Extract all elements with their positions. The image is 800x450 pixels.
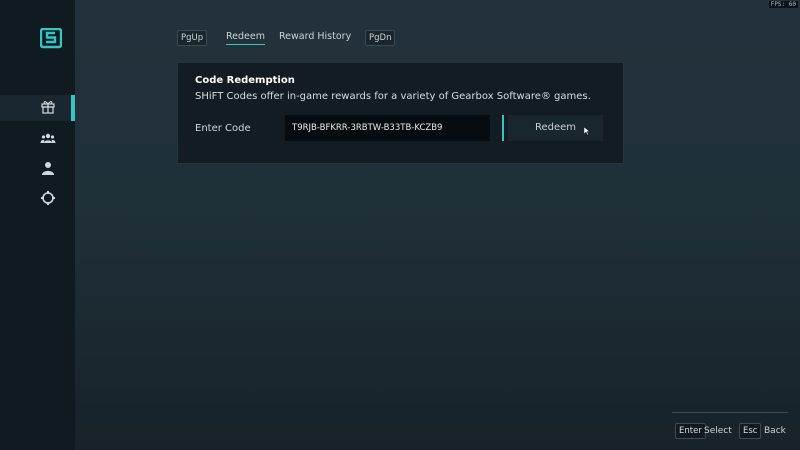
sidebar-item-profile[interactable] (0, 157, 75, 183)
settings-icon (20, 190, 56, 210)
shift-code-input[interactable] (285, 115, 490, 141)
mouse-cursor-icon (584, 127, 590, 135)
enter-key-hint: Enter (675, 423, 706, 439)
back-hint-label: Back (764, 426, 786, 436)
gift-icon (20, 98, 56, 118)
panel-title: Code Redemption (195, 75, 295, 86)
fps-counter: FPS: 60 (768, 1, 798, 8)
pgup-key[interactable]: PgUp (177, 30, 208, 46)
tab-redeem[interactable]: Redeem (226, 30, 265, 45)
sidebar-item-rewards[interactable] (0, 95, 75, 121)
controller-hints: Enter Select Esc Back (672, 412, 788, 439)
select-hint-label: Select (704, 426, 732, 436)
shift-logo-icon (39, 27, 63, 50)
sidebar-item-settings[interactable] (0, 187, 75, 213)
enter-code-label: Enter Code (195, 123, 251, 134)
code-redemption-panel: Code Redemption SHiFT Codes offer in-gam… (177, 62, 624, 164)
friends-icon (20, 130, 56, 150)
sidebar (0, 0, 75, 450)
sidebar-item-friends[interactable] (0, 127, 75, 153)
input-focus-divider (502, 115, 504, 141)
panel-description: SHiFT Codes offer in-game rewards for a … (195, 91, 591, 102)
pgdn-key[interactable]: PgDn (365, 30, 396, 46)
user-icon (20, 160, 56, 180)
esc-key-hint: Esc (739, 423, 762, 439)
tab-reward-history[interactable]: Reward History (279, 30, 351, 44)
